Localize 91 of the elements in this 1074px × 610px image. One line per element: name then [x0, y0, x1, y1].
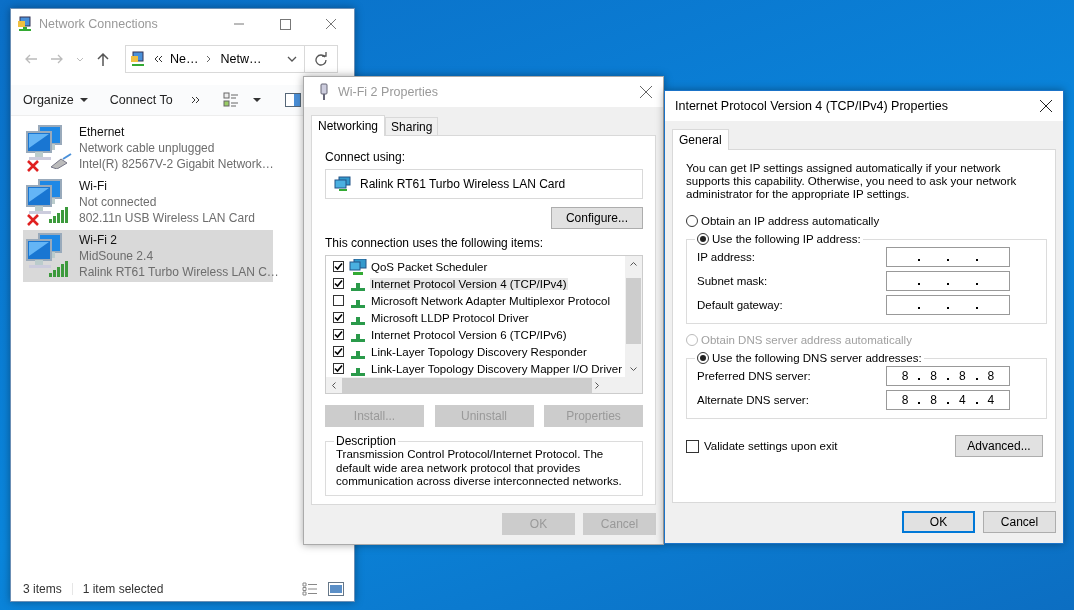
- checkbox[interactable]: [333, 261, 344, 272]
- connection-status: Network cable unplugged: [79, 140, 216, 156]
- selection-count: 1 item selected: [82, 582, 164, 596]
- ip-address-field[interactable]: 8 8 4 4: [886, 390, 1010, 410]
- component-item[interactable]: Microsoft Network Adapter Multiplexor Protocol: [370, 294, 612, 307]
- radio-option[interactable]: Use the following DNS server addresses:: [697, 352, 922, 364]
- configure-button[interactable]: Configure...: [550, 207, 643, 229]
- field-label: Subnet mask:: [697, 275, 768, 287]
- component-item[interactable]: Internet Protocol Version 4 (TCP/IPv4): [370, 277, 568, 290]
- adapter-name: 802.11n USB Wireless LAN Card: [79, 210, 255, 226]
- horizontal-scrollbar[interactable]: [326, 377, 642, 393]
- window-title: Wi-Fi 2 Properties: [338, 85, 439, 99]
- connect-using-label: Connect using:: [325, 150, 407, 164]
- field-label: Preferred DNS server:: [697, 370, 811, 382]
- adapter-name: Intel(R) 82567V-2 Gigabit Network…: [79, 156, 274, 172]
- protocol-icon: [351, 282, 365, 291]
- checkbox[interactable]: [333, 329, 344, 340]
- radio-option[interactable]: Use the following IP address:: [697, 233, 861, 245]
- advanced-button[interactable]: Advanced...: [955, 435, 1043, 457]
- address-bar[interactable]: Ne… Netw…: [125, 45, 305, 73]
- tab[interactable]: General: [672, 129, 729, 150]
- field-label: Alternate DNS server:: [697, 394, 809, 406]
- adapter-icon: [318, 83, 330, 101]
- component-item[interactable]: Internet Protocol Version 6 (TCP/IPv6): [370, 328, 568, 341]
- service-icon: [349, 258, 367, 275]
- connection-item[interactable]: Ethernet Network cable unplugged Intel(R) 82567V-2 Gigabit Network…: [23, 122, 273, 174]
- protocol-icon: [351, 333, 365, 342]
- checkbox[interactable]: [333, 312, 344, 323]
- item-count: 3 items: [23, 582, 62, 596]
- network-folder-icon: [130, 51, 146, 67]
- tab[interactable]: Sharing: [385, 117, 439, 135]
- refresh-icon: [314, 52, 328, 66]
- group-title: Description: [335, 434, 398, 448]
- network-folder-icon: [17, 16, 33, 32]
- component-item[interactable]: Microsoft LLDP Protocol Driver: [370, 311, 530, 324]
- breadcrumb[interactable]: Ne…: [170, 52, 199, 66]
- intro-text: You can get IP settings assigned automatically if your network supports this capability. Otherwise, you need to ask your network administrator for the appropriate IP settings.: [686, 162, 1018, 201]
- overflow-chevron-icon[interactable]: [153, 54, 163, 64]
- connection-name: Wi-Fi 2: [79, 232, 118, 248]
- vertical-scrollbar[interactable]: [625, 256, 642, 377]
- protocol-icon: [351, 350, 365, 359]
- connection-status: Not connected: [79, 194, 158, 210]
- ip-address-field[interactable]: 8 8 8 8: [886, 366, 1010, 386]
- ip-address-field[interactable]: [886, 295, 1010, 315]
- scroll-up-icon[interactable]: [630, 262, 637, 266]
- connection-status: MidSoune 2.4: [79, 248, 155, 264]
- preview-pane-icon[interactable]: [284, 93, 301, 107]
- window-title: Internet Protocol Version 4 (TCP/IPv4) Properties: [675, 99, 949, 113]
- more-chevron-icon[interactable]: [190, 95, 201, 105]
- connection-item[interactable]: Wi-Fi Not connected 802.11n USB Wireless LAN Card: [23, 176, 273, 228]
- checkbox[interactable]: [333, 346, 344, 357]
- network-adapter-icon: [334, 176, 352, 192]
- dropdown-caret-icon[interactable]: [286, 54, 298, 64]
- tab[interactable]: Networking: [311, 115, 386, 136]
- ip-address-field[interactable]: [886, 271, 1010, 291]
- view-options-icon[interactable]: [222, 92, 239, 108]
- field-label: Default gateway:: [697, 299, 783, 311]
- large-icons-view-icon[interactable]: [328, 582, 344, 596]
- window-title: Network Connections: [39, 17, 158, 31]
- protocol-icon: [351, 299, 365, 308]
- up-icon[interactable]: [95, 51, 111, 67]
- checkbox[interactable]: [333, 363, 344, 374]
- organize-menu[interactable]: Organize: [19, 91, 92, 109]
- caret-icon[interactable]: [252, 97, 261, 103]
- connection-name: Ethernet: [79, 124, 126, 140]
- protocol-icon: [351, 367, 365, 376]
- field-label: IP address:: [697, 251, 755, 263]
- close-icon[interactable]: [1039, 99, 1053, 113]
- scroll-down-icon[interactable]: [630, 367, 637, 371]
- connect-to-button[interactable]: Connect To: [105, 91, 177, 109]
- adapter-field: Ralink RT61 Turbo Wireless LAN Card: [325, 169, 643, 199]
- scroll-left-icon[interactable]: [332, 381, 336, 389]
- connection-name: Wi-Fi: [79, 178, 108, 194]
- ip-address-field[interactable]: [886, 247, 1010, 267]
- details-view-icon[interactable]: [302, 582, 318, 596]
- refresh-button[interactable]: [304, 45, 338, 73]
- component-item[interactable]: QoS Packet Scheduler: [370, 260, 489, 273]
- dialog-button[interactable]: OK: [902, 511, 975, 533]
- breadcrumb[interactable]: Netw…: [220, 52, 262, 66]
- caret-icon: [79, 97, 88, 103]
- dialog-button[interactable]: Cancel: [983, 511, 1056, 533]
- validate-checkbox[interactable]: Validate settings upon exit: [686, 439, 838, 453]
- radio-option[interactable]: Obtain an IP address automatically: [686, 215, 1047, 227]
- scroll-right-icon[interactable]: [595, 381, 599, 389]
- description-text: Transmission Control Protocol/Internet Protocol. The default wide area network protocol that provides communication across diverse interconnected networks.: [336, 448, 623, 489]
- component-item[interactable]: Link-Layer Topology Discovery Mapper I/O Driver: [370, 362, 623, 375]
- checkbox[interactable]: [333, 295, 344, 306]
- component-item[interactable]: Link-Layer Topology Discovery Responder: [370, 345, 588, 358]
- protocol-icon: [351, 316, 365, 325]
- items-label: This connection uses the following items:: [325, 236, 545, 250]
- checkbox[interactable]: [333, 278, 344, 289]
